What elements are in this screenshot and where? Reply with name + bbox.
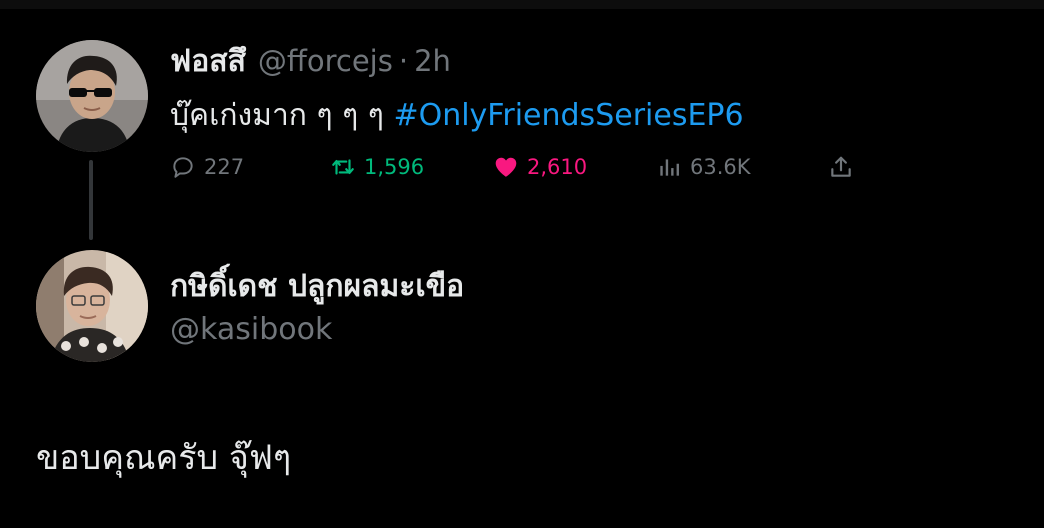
tweet-body: บุ๊คเก่งมาก ๆ ๆ ๆ #OnlyFriendsSeriesEP6 (170, 92, 744, 139)
tweet-display-name[interactable]: ฟอสสึ (170, 38, 246, 85)
reply-button[interactable]: 227 (170, 150, 244, 184)
tweet-text: บุ๊คเก่งมาก ๆ ๆ ๆ (170, 98, 394, 133)
avatar-image-kasibook (36, 250, 148, 362)
views-button[interactable]: 63.6K (656, 150, 751, 184)
avatar-image-fforcejs (36, 40, 148, 152)
reply-icon (173, 157, 193, 178)
like-count: 2,610 (527, 155, 588, 179)
tweet-thread-view: ฟอสสึ @fforcejs · 2h บุ๊คเก่งมาก ๆ ๆ ๆ #… (0, 0, 1044, 528)
like-button[interactable]: 2,610 (493, 150, 587, 184)
retweet-icon (332, 159, 354, 175)
tweet-action-bar: 227 1,596 2,610 63.6K (170, 150, 870, 184)
reply-text: ขอบคุณครับ จุ๊ฟๆ (36, 438, 292, 478)
reply-display-name[interactable]: กษิดิ์เดช ปลูกผลมะเขือ (170, 263, 464, 310)
share-button[interactable] (828, 150, 862, 184)
retweet-button[interactable]: 1,596 (330, 150, 424, 184)
thread-connector-line (89, 160, 93, 240)
views-icon (660, 159, 679, 176)
header-separator: · (398, 44, 409, 78)
reply-handle[interactable]: @kasibook (170, 312, 332, 347)
tweet-header: ฟอสสึ @fforcejs · 2h (170, 38, 451, 80)
tweet-hashtag-link[interactable]: #OnlyFriendsSeriesEP6 (393, 98, 743, 133)
reply-count: 227 (204, 155, 245, 179)
like-icon (495, 157, 517, 177)
retweet-count: 1,596 (364, 155, 425, 179)
tweet-timestamp[interactable]: 2h (414, 44, 451, 78)
top-bar (0, 0, 1044, 9)
views-count: 63.6K (690, 155, 751, 179)
tweet-handle[interactable]: @fforcejs (258, 44, 393, 78)
tweet-author-avatar[interactable] (36, 40, 148, 152)
share-icon (831, 156, 851, 177)
reply-author-avatar[interactable] (36, 250, 148, 362)
